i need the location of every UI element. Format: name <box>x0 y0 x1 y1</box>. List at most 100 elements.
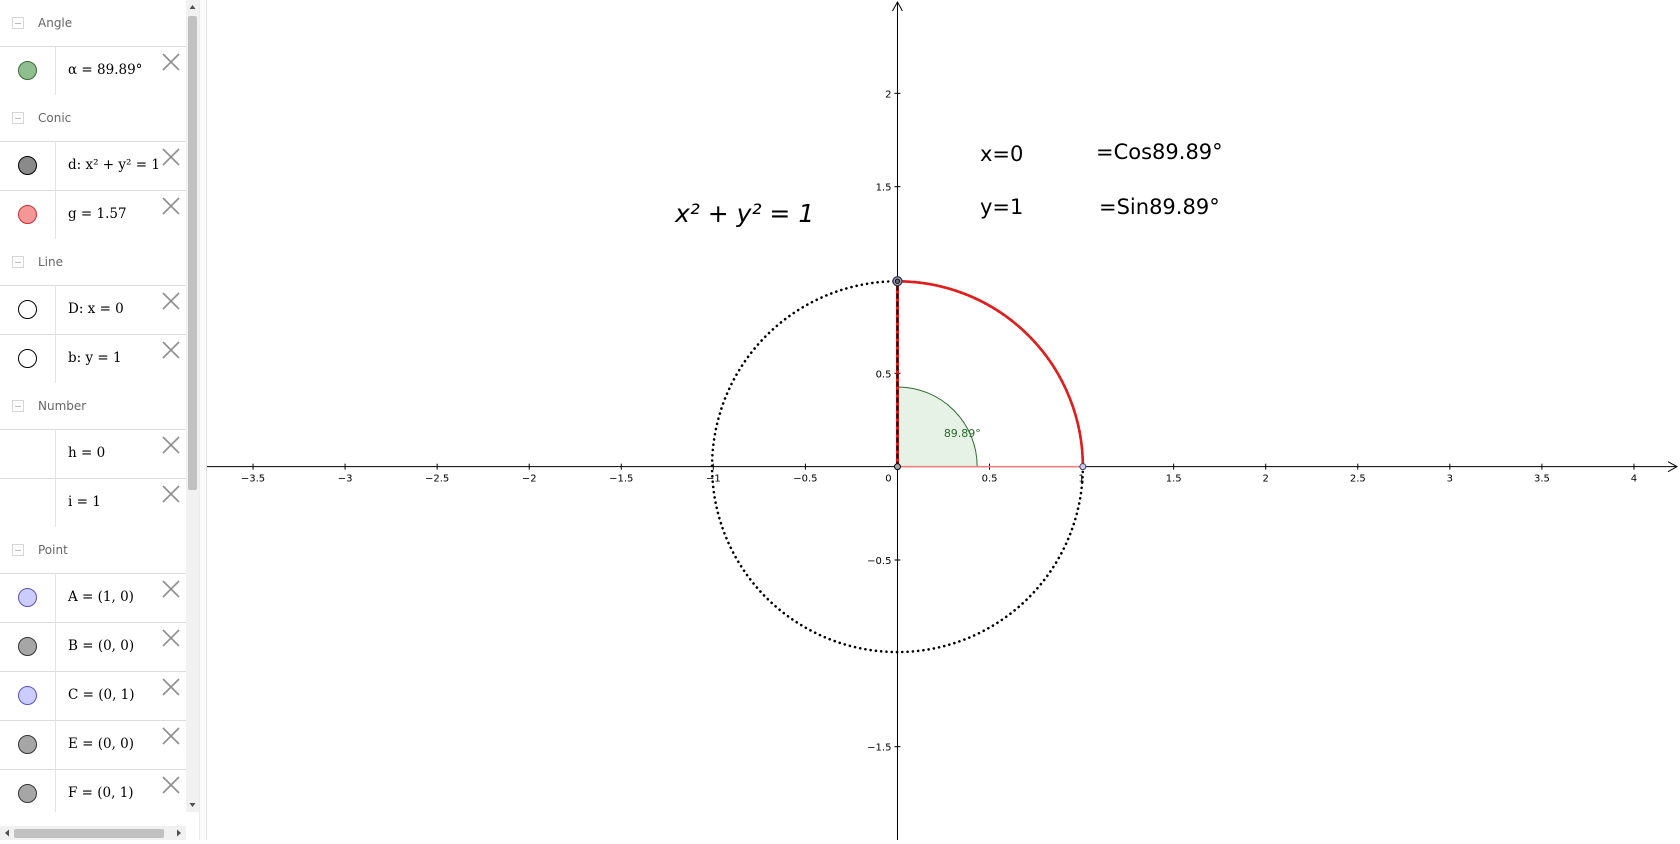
scroll-left-icon[interactable] <box>3 829 11 837</box>
group-header-angle[interactable]: Angle <box>0 0 186 46</box>
scroll-up-icon[interactable] <box>189 3 196 11</box>
visibility-marble-cell[interactable] <box>0 574 56 622</box>
algebra-expression[interactable]: A = (1, 0) <box>68 589 134 605</box>
close-icon[interactable] <box>160 51 182 73</box>
visibility-marble-cell[interactable] <box>0 430 56 478</box>
visibility-marble-cell[interactable] <box>0 623 56 671</box>
visibility-toggle-icon[interactable] <box>18 205 37 224</box>
algebra-list: Angle α = 89.89° Conic d: x² + y² = 1 g = 1.… <box>0 0 186 812</box>
algebra-expression[interactable]: d: x² + y² = 1 <box>68 157 160 173</box>
horizontal-scrollbar[interactable] <box>0 826 186 840</box>
close-icon[interactable] <box>160 676 182 698</box>
algebra-item[interactable]: E = (0, 0) <box>0 720 186 769</box>
collapse-minus-icon[interactable] <box>12 17 24 29</box>
text-sin-value[interactable]: =Sin89.89° <box>1099 195 1220 219</box>
collapse-minus-icon[interactable] <box>12 256 24 268</box>
close-icon[interactable] <box>160 146 182 168</box>
scroll-down-icon[interactable] <box>189 801 196 809</box>
visibility-toggle-icon[interactable] <box>18 156 37 175</box>
algebra-item[interactable]: A = (1, 0) <box>0 573 186 622</box>
point-F[interactable] <box>894 278 901 284</box>
y-tick-label: 0.5 <box>876 369 892 380</box>
visibility-marble-cell[interactable] <box>0 770 56 812</box>
visibility-marble-cell[interactable] <box>0 47 56 95</box>
text-y-equals[interactable]: y=1 <box>980 195 1023 219</box>
close-icon[interactable] <box>160 290 182 312</box>
visibility-toggle-icon[interactable] <box>18 300 37 319</box>
algebra-item[interactable]: B = (0, 0) <box>0 622 186 671</box>
vertical-scroll-thumb[interactable] <box>188 16 197 490</box>
algebra-expression[interactable]: h = 0 <box>68 445 105 461</box>
group-header-conic[interactable]: Conic <box>0 95 186 141</box>
algebra-item[interactable]: i = 1 <box>0 478 186 527</box>
angle-alpha-label[interactable]: 89.89° <box>944 427 981 440</box>
visibility-marble-cell[interactable] <box>0 286 56 334</box>
equation-text[interactable]: x² + y² = 1 <box>674 199 814 228</box>
algebra-expression[interactable]: E = (0, 0) <box>68 736 134 752</box>
close-icon[interactable] <box>160 483 182 505</box>
visibility-marble-cell[interactable] <box>0 479 56 527</box>
group-title: Point <box>38 543 68 557</box>
close-icon[interactable] <box>160 725 182 747</box>
algebra-expression[interactable]: g = 1.57 <box>68 206 127 222</box>
visibility-marble-cell[interactable] <box>0 721 56 769</box>
visibility-toggle-icon[interactable] <box>18 686 37 705</box>
algebra-expression[interactable]: b: y = 1 <box>68 350 122 366</box>
text-x-equals[interactable]: x=0 <box>980 142 1023 166</box>
algebra-view: Angle α = 89.89° Conic d: x² + y² = 1 g = 1.… <box>0 0 199 840</box>
graphics-view[interactable]: −3.5 −3 −2.5 −2 −1.5 −1 −0.5 0 0.5 1 1.5 2 2.5 3 3.5 4−… <box>207 0 1680 840</box>
algebra-expression[interactable]: F = (0, 1) <box>68 785 134 801</box>
visibility-toggle-icon[interactable] <box>18 61 37 80</box>
visibility-toggle-icon[interactable] <box>18 735 37 754</box>
algebra-expression[interactable]: D: x = 0 <box>68 301 124 317</box>
visibility-toggle-icon[interactable] <box>18 588 37 607</box>
x-tick-label: −2.5 <box>425 474 449 485</box>
close-icon[interactable] <box>160 339 182 361</box>
scroll-right-icon[interactable] <box>175 829 183 837</box>
point-B[interactable] <box>893 463 901 471</box>
x-tick-label: 3.5 <box>1534 474 1550 485</box>
close-icon[interactable] <box>160 774 182 796</box>
algebra-item[interactable]: α = 89.89° <box>0 46 186 95</box>
group-header-number[interactable]: Number <box>0 383 186 429</box>
algebra-expression[interactable]: B = (0, 0) <box>68 638 134 654</box>
visibility-marble-cell[interactable] <box>0 672 56 720</box>
view-splitter[interactable] <box>199 0 207 840</box>
algebra-item[interactable]: F = (0, 1) <box>0 769 186 812</box>
x-tick-label: 1.5 <box>1166 474 1182 485</box>
close-icon[interactable] <box>160 578 182 600</box>
algebra-expression[interactable]: i = 1 <box>68 494 101 510</box>
group-header-line[interactable]: Line <box>0 239 186 285</box>
visibility-marble-cell[interactable] <box>0 142 56 190</box>
collapse-minus-icon[interactable] <box>12 400 24 412</box>
visibility-toggle-icon[interactable] <box>18 349 37 368</box>
x-tick-label: 0 <box>885 474 891 485</box>
algebra-item[interactable]: b: y = 1 <box>0 334 186 383</box>
graphics-canvas[interactable]: −3.5 −3 −2.5 −2 −1.5 −1 −0.5 0 0.5 1 1.5 2 2.5 3 3.5 4−… <box>207 0 1680 840</box>
algebra-expression[interactable]: C = (0, 1) <box>68 687 135 703</box>
collapse-minus-icon[interactable] <box>12 112 24 124</box>
visibility-marble-cell[interactable] <box>0 335 56 383</box>
algebra-item[interactable]: d: x² + y² = 1 <box>0 141 186 190</box>
close-icon[interactable] <box>160 434 182 456</box>
algebra-item[interactable]: C = (0, 1) <box>0 671 186 720</box>
x-tick-label: 4 <box>1631 474 1637 485</box>
algebra-item[interactable]: D: x = 0 <box>0 285 186 334</box>
group-title: Line <box>38 255 64 269</box>
point-A[interactable] <box>1079 463 1087 471</box>
close-icon[interactable] <box>160 627 182 649</box>
text-cos-value[interactable]: =Cos89.89° <box>1096 140 1223 164</box>
vertical-scrollbar[interactable] <box>186 0 199 812</box>
close-icon[interactable] <box>160 195 182 217</box>
group-header-point[interactable]: Point <box>0 527 186 573</box>
horizontal-scroll-thumb[interactable] <box>14 829 164 838</box>
visibility-toggle-icon[interactable] <box>18 637 37 656</box>
x-tick-label: −0.5 <box>793 474 817 485</box>
x-tick-label: 2 <box>1263 474 1269 485</box>
visibility-toggle-icon[interactable] <box>18 784 37 803</box>
algebra-item[interactable]: h = 0 <box>0 429 186 478</box>
visibility-marble-cell[interactable] <box>0 191 56 239</box>
collapse-minus-icon[interactable] <box>12 544 24 556</box>
algebra-item[interactable]: g = 1.57 <box>0 190 186 239</box>
algebra-expression[interactable]: α = 89.89° <box>68 62 142 78</box>
